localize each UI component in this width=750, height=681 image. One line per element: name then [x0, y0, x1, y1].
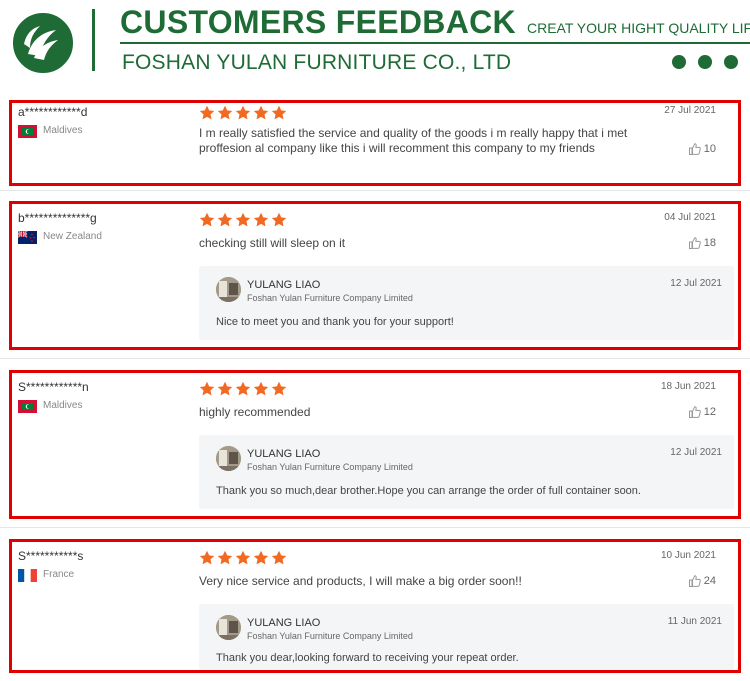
- like-count: 10: [703, 143, 716, 155]
- reviewer-country: Maldives: [43, 125, 83, 136]
- decorative-dots: [672, 55, 738, 69]
- reply-text: Nice to meet you and thank you for your …: [216, 316, 454, 328]
- like-count: 24: [703, 575, 716, 587]
- rating-stars: [199, 212, 287, 228]
- reply-author: YULANG LIAO: [247, 279, 321, 291]
- star-icon: [217, 381, 233, 396]
- reviewer-country: Maldives: [43, 400, 83, 411]
- review-card: b**************g New Zealand 04 Jul 2021…: [9, 201, 741, 350]
- reviewer-name: a************d: [18, 105, 88, 119]
- reply-text: Thank you so much,dear brother.Hope you …: [216, 485, 641, 497]
- star-icon: [235, 212, 251, 227]
- star-icon: [217, 212, 233, 227]
- review-card: S************n Maldives 18 Jun 2021 high…: [9, 370, 741, 519]
- company-logo-icon: [11, 11, 75, 75]
- star-icon: [199, 105, 215, 120]
- star-icon: [217, 105, 233, 120]
- reviewer-name: S************n: [18, 380, 89, 394]
- review-card: a************d Maldives 27 Jul 2021 I m …: [9, 100, 741, 186]
- dot-icon: [672, 55, 686, 69]
- reply-company: Foshan Yulan Furniture Company Limited: [247, 293, 413, 303]
- like-button[interactable]: 18: [688, 236, 716, 250]
- reply-date: 12 Jul 2021: [670, 278, 722, 289]
- star-icon: [235, 550, 251, 565]
- star-icon: [235, 105, 251, 120]
- reply-text: Thank you dear,looking forward to receiv…: [216, 652, 519, 664]
- star-icon: [253, 105, 269, 120]
- dot-icon: [724, 55, 738, 69]
- reviewer-country: France: [43, 569, 75, 580]
- flag-maldives-icon: [18, 400, 37, 413]
- review-comment: highly recommended: [199, 405, 311, 419]
- header-divider: [92, 9, 95, 71]
- star-icon: [217, 550, 233, 565]
- divider: [0, 190, 750, 191]
- star-icon: [271, 105, 287, 120]
- reviewer-name: S***********s: [18, 549, 84, 563]
- reviewer-country: New Zealand: [43, 231, 102, 242]
- review-date: 04 Jul 2021: [664, 212, 716, 223]
- seller-reply: YULANG LIAO Foshan Yulan Furniture Compa…: [199, 266, 734, 340]
- avatar: [216, 446, 241, 471]
- review-card: S***********s France 10 Jun 2021 Very ni…: [9, 539, 741, 673]
- like-count: 18: [703, 237, 716, 249]
- review-comment: Very nice service and products, I will m…: [199, 574, 522, 588]
- reply-author: YULANG LIAO: [247, 617, 321, 629]
- divider: [0, 527, 750, 528]
- star-icon: [199, 212, 215, 227]
- star-icon: [235, 381, 251, 396]
- reply-date: 12 Jul 2021: [670, 447, 722, 458]
- reviewer-name: b**************g: [18, 211, 97, 225]
- rating-stars: [199, 105, 287, 121]
- review-date: 10 Jun 2021: [660, 550, 716, 561]
- thumbs-up-icon: [688, 143, 701, 155]
- star-icon: [271, 212, 287, 227]
- reply-company: Foshan Yulan Furniture Company Limited: [247, 631, 413, 641]
- star-icon: [253, 381, 269, 396]
- rating-stars: [199, 381, 287, 397]
- company-name: FOSHAN YULAN FURNITURE CO., LTD: [122, 51, 512, 74]
- star-icon: [271, 550, 287, 565]
- reply-author: YULANG LIAO: [247, 448, 321, 460]
- like-button[interactable]: 12: [688, 405, 716, 419]
- tagline: CREAT YOUR HIGHT QUALITY LIFE: [527, 20, 750, 36]
- thumbs-up-icon: [688, 575, 701, 587]
- star-icon: [271, 381, 287, 396]
- rating-stars: [199, 550, 287, 566]
- divider: [0, 358, 750, 359]
- review-date: 27 Jul 2021: [664, 105, 716, 116]
- dot-icon: [698, 55, 712, 69]
- review-date: 18 Jun 2021: [660, 381, 716, 392]
- like-count: 12: [703, 406, 716, 418]
- page-header: CUSTOMERS FEEDBACK CREAT YOUR HIGHT QUAL…: [0, 0, 750, 90]
- star-icon: [199, 381, 215, 396]
- review-comment: I m really satisfied the service and qua…: [199, 126, 628, 155]
- seller-reply: YULANG LIAO Foshan Yulan Furniture Compa…: [199, 604, 734, 670]
- review-comment: checking still will sleep on it: [199, 236, 346, 250]
- avatar: [216, 615, 241, 640]
- like-button[interactable]: 24: [688, 574, 716, 588]
- title-underline: [120, 42, 750, 44]
- star-icon: [253, 550, 269, 565]
- seller-reply: YULANG LIAO Foshan Yulan Furniture Compa…: [199, 435, 734, 509]
- reply-company: Foshan Yulan Furniture Company Limited: [247, 462, 413, 472]
- flag-france-icon: [18, 569, 37, 582]
- flag-new-zealand-icon: [18, 231, 37, 244]
- flag-maldives-icon: [18, 125, 37, 138]
- page-title: CUSTOMERS FEEDBACK: [120, 4, 516, 40]
- avatar: [216, 277, 241, 302]
- reply-date: 11 Jun 2021: [667, 616, 722, 627]
- star-icon: [253, 212, 269, 227]
- like-button[interactable]: 10: [688, 142, 716, 156]
- star-icon: [199, 550, 215, 565]
- thumbs-up-icon: [688, 237, 701, 249]
- thumbs-up-icon: [688, 406, 701, 418]
